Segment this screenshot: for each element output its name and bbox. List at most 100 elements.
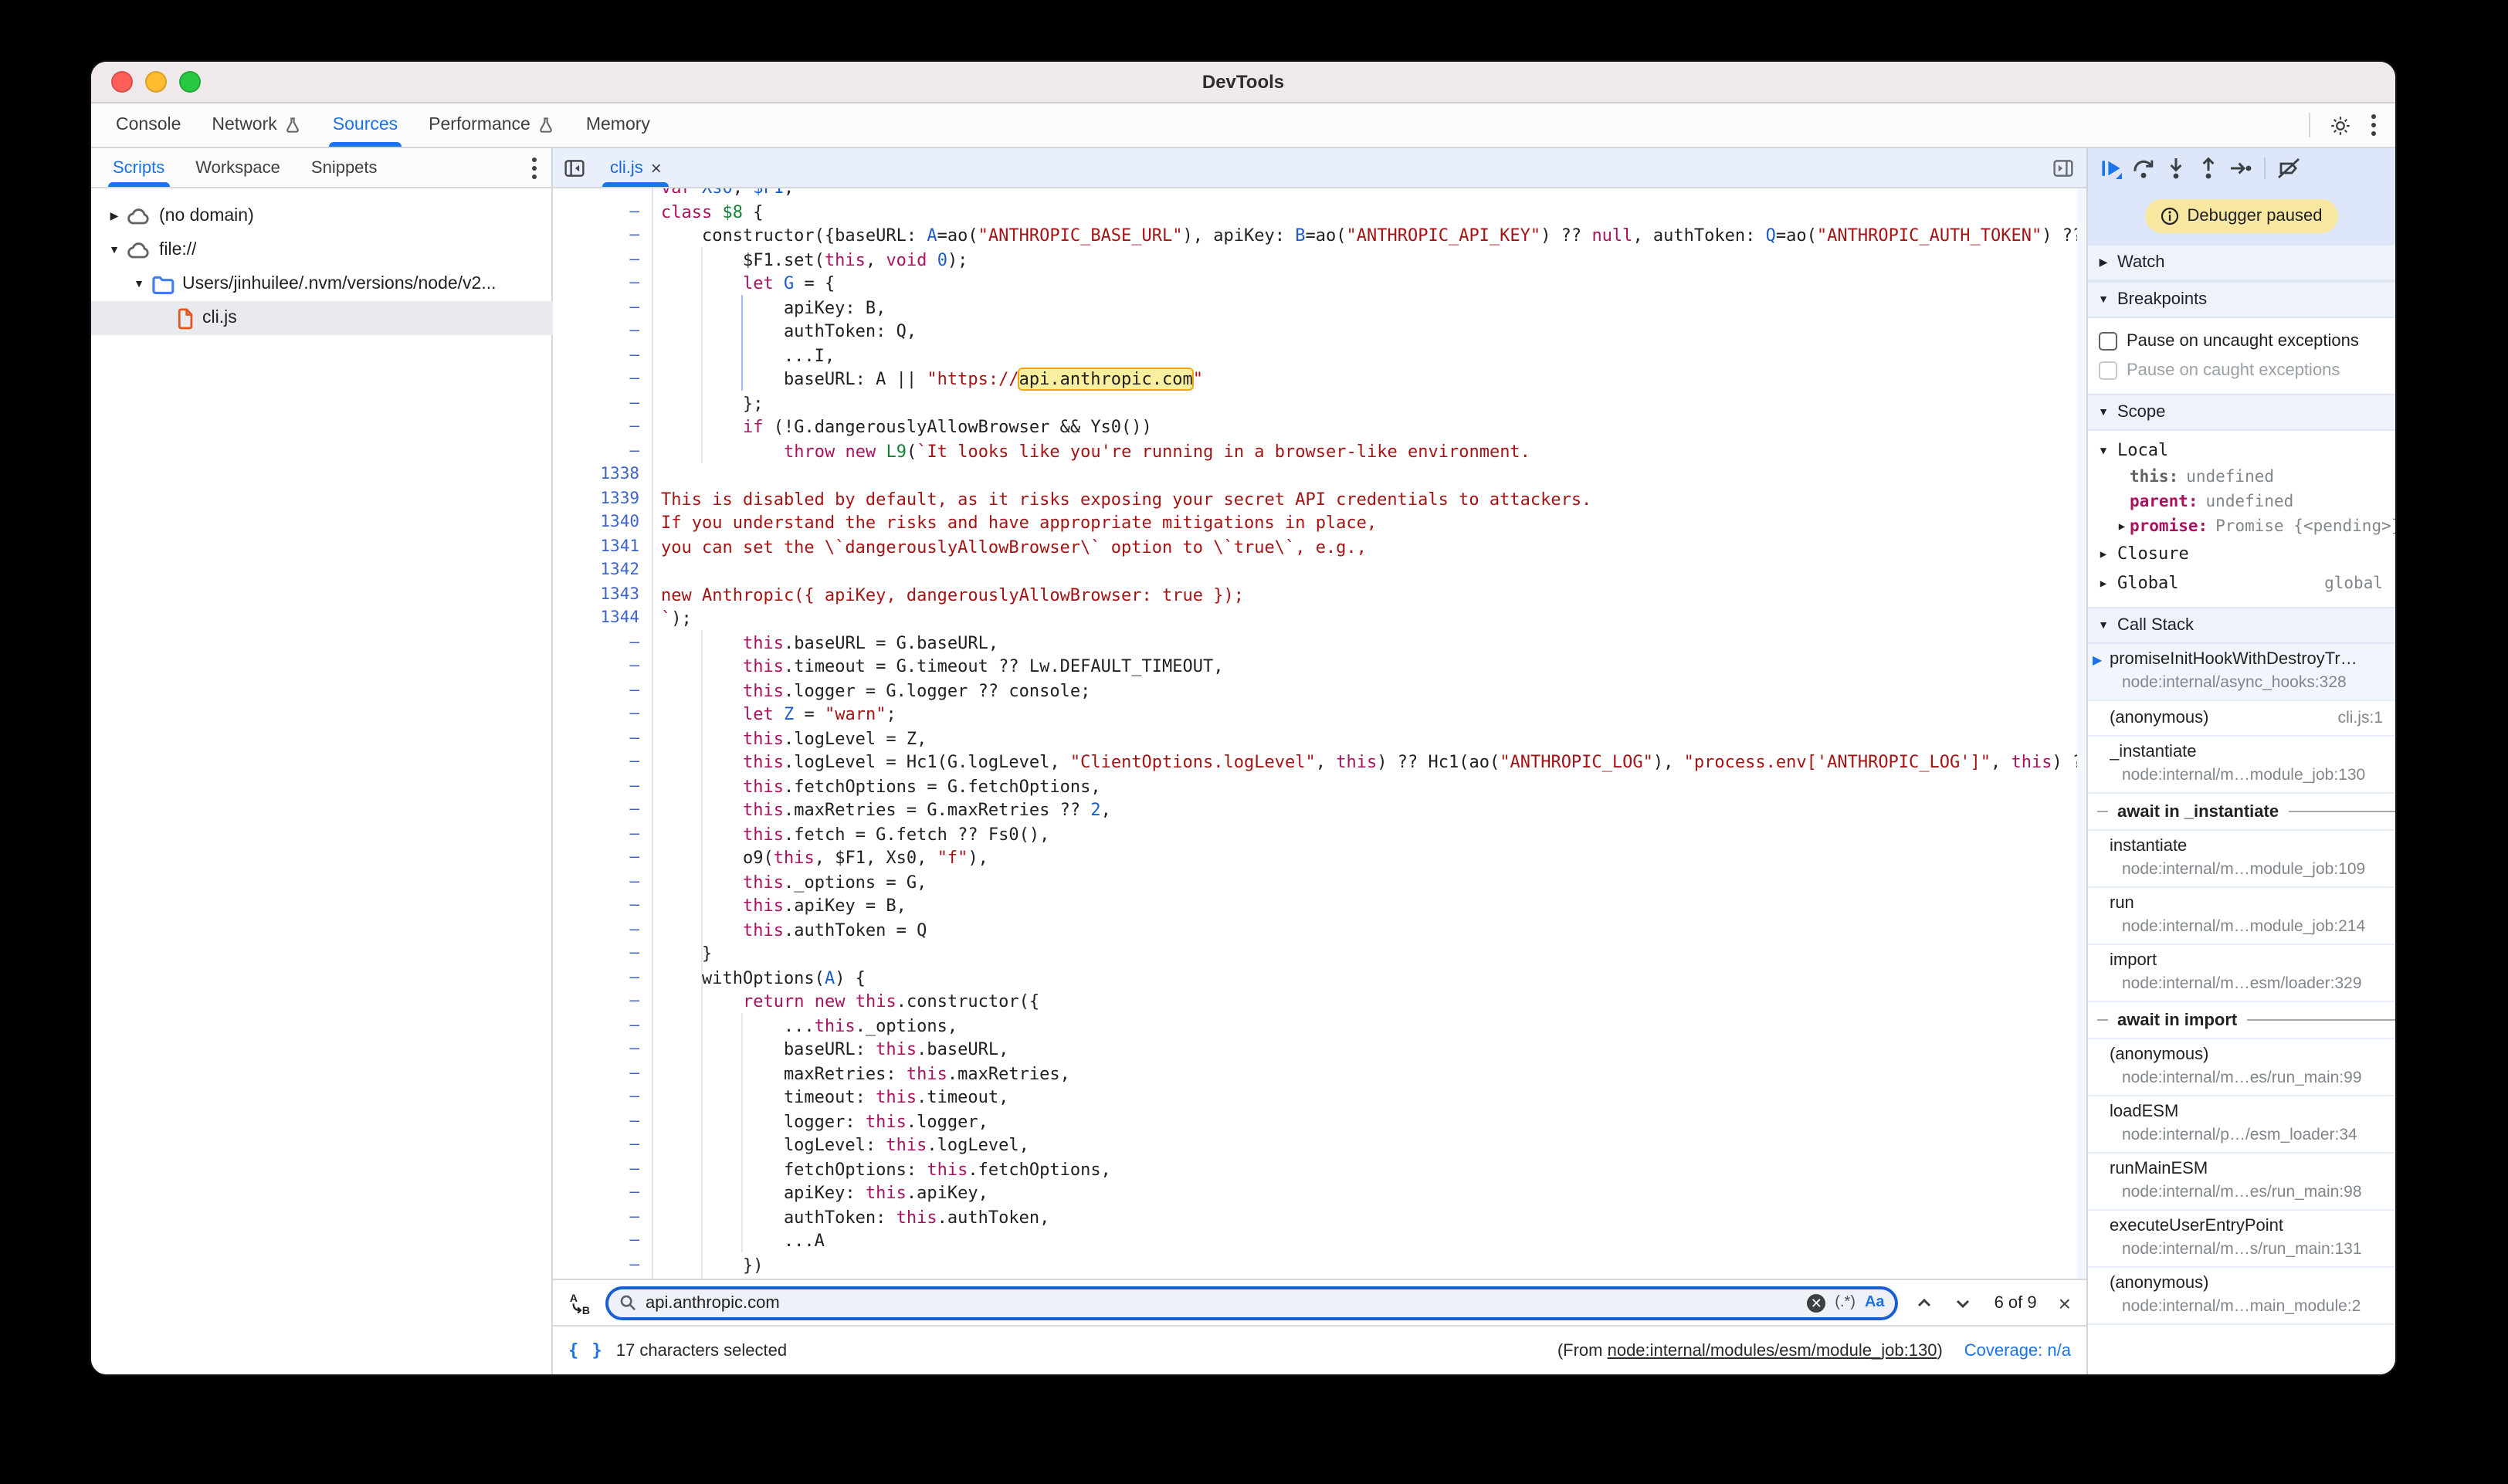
gutter-line-number[interactable]: – [553, 942, 653, 966]
call-stack-frame[interactable]: runMainESMnode:internal/m…es/run_main:98 [2088, 1154, 2395, 1211]
gutter-line-number[interactable]: 1344 [553, 607, 653, 631]
scope-property-parent[interactable]: parent:undefined [2088, 490, 2395, 514]
call-stack-frame[interactable]: loadESMnode:internal/p…/esm_loader:34 [2088, 1096, 2395, 1154]
navigator-tab-scripts[interactable]: Scripts [97, 148, 180, 187]
call-stack-frame[interactable]: (anonymous)node:internal/m…main_module:2 [2088, 1268, 2395, 1325]
gutter-line-number[interactable]: – [553, 1181, 653, 1205]
replace-toggle-icon[interactable]: AB [568, 1290, 591, 1315]
gutter-line-number[interactable]: – [553, 990, 653, 1014]
tab-performance[interactable]: Performance [413, 103, 571, 147]
gutter-line-number[interactable]: – [553, 655, 653, 679]
call-stack-frame[interactable]: ▶promiseInitHookWithDestroyTr…node:inter… [2088, 644, 2395, 701]
resume-icon[interactable] [2099, 155, 2123, 180]
hide-navigator-icon[interactable] [564, 157, 585, 178]
search-input[interactable] [646, 1293, 1798, 1312]
hide-debugger-icon[interactable] [2052, 157, 2074, 178]
section-call-stack[interactable]: ▼ Call Stack [2088, 607, 2395, 644]
close-window-button[interactable] [111, 71, 133, 93]
gutter-line-number[interactable]: – [553, 296, 653, 320]
tab-close-icon[interactable]: × [651, 158, 662, 177]
gutter-line-number[interactable]: – [553, 870, 653, 894]
gutter-line-number[interactable]: – [553, 1205, 653, 1229]
gutter-line-number[interactable]: – [553, 1277, 653, 1279]
gutter-line-number[interactable]: – [553, 200, 653, 224]
call-stack-frame[interactable]: runnode:internal/m…module_job:214 [2088, 888, 2395, 945]
gutter-line-number[interactable]: – [553, 1014, 653, 1038]
chevron-right-icon[interactable]: ▶ [2114, 520, 2130, 533]
gutter-line-number[interactable]: – [553, 631, 653, 655]
breakpoint-option[interactable]: Pause on uncaught exceptions [2088, 326, 2395, 355]
gutter-line-number[interactable]: – [553, 727, 653, 750]
gutter-line-number[interactable]: – [553, 774, 653, 798]
gutter-line-number[interactable]: – [553, 679, 653, 703]
gutter-line-number[interactable]: – [553, 966, 653, 990]
tree-item-users-jinhuilee-nvm-versions-node-v2-[interactable]: ▼Users/jinhuilee/.nvm/versions/node/v2..… [91, 267, 551, 301]
chevron-right-icon[interactable]: ▶ [107, 210, 122, 222]
tree-item-file-[interactable]: ▼file:// [91, 233, 551, 267]
more-tabs-icon[interactable] [531, 155, 537, 180]
gutter-line-number[interactable]: – [553, 1110, 653, 1133]
coverage-link[interactable]: Coverage: n/a [1964, 1341, 2071, 1360]
tree-item--no-domain-[interactable]: ▶(no domain) [91, 199, 551, 233]
scope-property-this[interactable]: this:undefined [2088, 465, 2395, 490]
gutter-line-number[interactable]: – [553, 344, 653, 368]
gutter-line-number[interactable]: 1341 [553, 535, 653, 559]
call-stack-frame[interactable]: (anonymous)cli.js:1 [2088, 701, 2395, 737]
tab-network[interactable]: Network [196, 103, 317, 147]
gutter-line-number[interactable]: – [553, 224, 653, 248]
section-watch[interactable]: ▶ Watch [2088, 244, 2395, 281]
step-over-icon[interactable] [2131, 155, 2156, 180]
step-icon[interactable] [2228, 155, 2253, 180]
gutter-line-number[interactable]: – [553, 439, 653, 463]
navigator-tab-workspace[interactable]: Workspace [180, 148, 296, 187]
gutter-line-number[interactable]: – [553, 918, 653, 942]
gutter-line-number[interactable]: – [553, 1157, 653, 1181]
gutter-line-number[interactable]: – [553, 188, 653, 200]
deactivate-breakpoints-icon[interactable] [2276, 155, 2301, 180]
gutter-line-number[interactable]: 1338 [553, 463, 653, 487]
checkbox[interactable] [2099, 361, 2117, 379]
gutter-line-number[interactable]: – [553, 368, 653, 391]
tab-sources[interactable]: Sources [317, 103, 413, 147]
gutter-line-number[interactable]: 1342 [553, 559, 653, 583]
more-vertical-icon[interactable] [2371, 113, 2377, 137]
gutter-line-number[interactable]: – [553, 1086, 653, 1110]
gutter-line-number[interactable]: – [553, 822, 653, 846]
tab-memory[interactable]: Memory [571, 103, 666, 147]
call-stack-frame[interactable]: importnode:internal/m…esm/loader:329 [2088, 945, 2395, 1002]
call-stack-frame[interactable]: _instantiatenode:internal/m…module_job:1… [2088, 737, 2395, 794]
gutter-line-number[interactable]: – [553, 798, 653, 822]
tab-console[interactable]: Console [100, 103, 196, 147]
gutter-line-number[interactable]: – [553, 320, 653, 344]
gutter-line-number[interactable]: 1340 [553, 511, 653, 535]
gutter-line-number[interactable]: – [553, 1038, 653, 1062]
gutter-line-number[interactable]: – [553, 1253, 653, 1277]
minimize-window-button[interactable] [145, 71, 167, 93]
next-match-icon[interactable] [1951, 1293, 1976, 1312]
settings-gear-icon[interactable] [2329, 114, 2352, 137]
navigator-tab-snippets[interactable]: Snippets [296, 148, 393, 187]
gutter-line-number[interactable]: – [553, 248, 653, 272]
gutter-line-number[interactable]: 1343 [553, 583, 653, 607]
regex-toggle[interactable]: (.*) [1835, 1294, 1856, 1311]
breakpoint-option[interactable]: Pause on caught exceptions [2088, 355, 2395, 385]
scope-group-local[interactable]: ▼Local [2088, 435, 2395, 465]
clear-search-icon[interactable]: ✕ [1807, 1293, 1825, 1312]
section-breakpoints[interactable]: ▼ Breakpoints [2088, 281, 2395, 318]
call-stack-frame[interactable]: instantiatenode:internal/m…module_job:10… [2088, 831, 2395, 888]
pretty-print-icon[interactable]: { } [568, 1340, 604, 1360]
scope-property-promise[interactable]: ▶promise:Promise {<pending>} [2088, 514, 2395, 539]
section-scope[interactable]: ▼ Scope [2088, 394, 2395, 431]
gutter-line-number[interactable]: – [553, 703, 653, 727]
gutter-line-number[interactable]: – [553, 1133, 653, 1157]
gutter-line-number[interactable]: – [553, 391, 653, 415]
close-find-icon[interactable]: × [2059, 1292, 2071, 1313]
gutter-line-number[interactable]: – [553, 894, 653, 918]
gutter-line-number[interactable]: – [553, 750, 653, 774]
gutter-line-number[interactable]: – [553, 1229, 653, 1253]
checkbox[interactable] [2099, 331, 2117, 350]
match-case-toggle[interactable]: Aa [1865, 1294, 1885, 1311]
step-out-icon[interactable] [2196, 155, 2221, 180]
scope-group-closure[interactable]: ▶Closure [2088, 539, 2395, 568]
call-stack-frame[interactable]: executeUserEntryPointnode:internal/m…s/r… [2088, 1211, 2395, 1268]
